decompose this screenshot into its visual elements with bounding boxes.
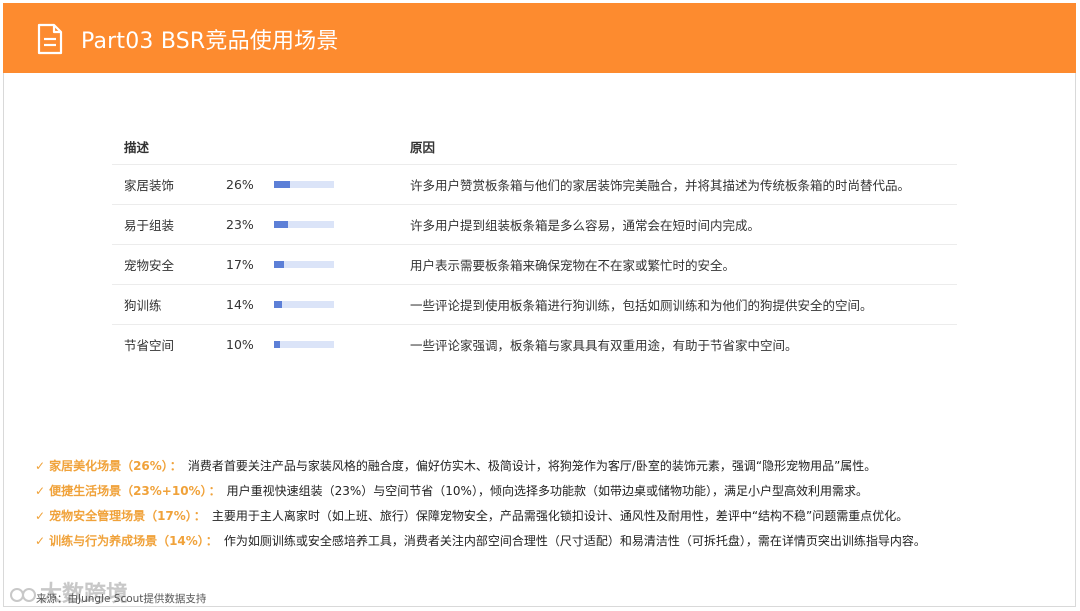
row-reason: 一些评论提到使用板条箱进行狗训练，包括如厕训练和为他们的狗提供安全的空间。: [398, 284, 957, 325]
row-reason: 用户表示需要板条箱来确保宠物在不在家或繁忙时的安全。: [398, 244, 957, 285]
insight-notes: ✓ 家居美化场景（26%）：消费者首要关注产品与家装风格的融合度，偏好仿实木、极简…: [35, 455, 1065, 555]
note-colon: ：: [169, 459, 182, 473]
row-label: 家居装饰: [112, 164, 214, 205]
progress-bar-fill: [274, 301, 283, 308]
progress-bar-track: [274, 181, 334, 188]
note-title: 宠物安全管理场景（17%）: [49, 509, 192, 523]
row-reason: 许多用户赞赏板条箱与他们的家居装饰完美融合，并将其描述为传统板条箱的时尚替代品。: [398, 164, 957, 205]
note-text: 作为如厕训练或安全感培养工具，消费者关注内部空间合理性（尺寸适配）和易清洁性（可…: [223, 534, 926, 548]
row-bar-cell: [262, 204, 398, 245]
note-colon: ：: [193, 509, 206, 523]
slide: Part03 BSR竞品使用场景 描述 原因 家居装饰 26% 许多用户赞赏板条箱与…: [0, 0, 1080, 611]
row-percent: 10%: [226, 337, 254, 352]
table-row: 节省空间 10% 一些评论家强调，板条箱与家具具有双重用途，有助于节省家中空间。: [112, 325, 957, 365]
insight-note: ✓ 宠物安全管理场景（17%）： 主要用于主人离家时（如上班、旅行）保障宠物安全，产…: [35, 505, 1065, 530]
progress-bar-fill: [274, 261, 285, 268]
table-row: 家居装饰 26% 许多用户赞赏板条箱与他们的家居装饰完美融合，并将其描述为传统板条箱…: [112, 164, 957, 205]
row-label: 狗训练: [112, 284, 214, 325]
usage-table: 描述 原因 家居装饰 26% 许多用户赞赏板条箱与他们的家居装饰完美融合，并将其描述…: [112, 128, 957, 364]
checkmark-icon: ✓: [35, 459, 46, 473]
column-header-reason: 原因: [398, 128, 957, 165]
note-text: 消费者首要关注产品与家装风格的融合度，偏好仿实木、极简设计，将狗笼作为客厅/卧室…: [187, 459, 877, 473]
insight-note: ✓ 家居美化场景（26%）： 消费者首要关注产品与家装风格的融合度，偏好仿实木、极简…: [35, 455, 1065, 480]
checkmark-icon: ✓: [35, 484, 46, 498]
note-text: 主要用于主人离家时（如上班、旅行）保障宠物安全，产品需强化锁扣设计、通风性及耐用…: [211, 509, 909, 523]
note-colon: ：: [205, 534, 218, 548]
progress-bar-track: [274, 341, 334, 348]
progress-bar-track: [274, 261, 334, 268]
note-title: 家居美化场景（26%）: [49, 459, 168, 473]
row-percent: 26%: [214, 164, 262, 205]
watermark-logo-icon: [10, 588, 36, 602]
column-header-description: 描述: [112, 128, 398, 165]
row-bar-cell: [262, 244, 398, 285]
document-icon: [37, 23, 63, 55]
note-title: 便捷生活场景（23%+10%）: [49, 484, 207, 498]
source-note: 来源：由Jungle Scout提供数据支持: [36, 593, 207, 605]
progress-bar-fill: [274, 181, 290, 188]
table-header-row: 描述 原因: [112, 128, 957, 165]
table-row: 易于组装 23% 许多用户提到组装板条箱是多么容易，通常会在短时间内完成。: [112, 204, 957, 245]
note-colon: ：: [208, 484, 221, 498]
row-reason: 一些评论家强调，板条箱与家具具有双重用途，有助于节省家中空间。: [410, 338, 798, 353]
row-percent: 23%: [214, 204, 262, 245]
header-bar: Part03 BSR竞品使用场景: [3, 3, 1076, 73]
row-label: 宠物安全: [112, 244, 214, 285]
checkmark-icon: ✓: [35, 509, 46, 523]
table-row: 宠物安全 17% 用户表示需要板条箱来确保宠物在不在家或繁忙时的安全。: [112, 244, 957, 285]
row-label: 易于组装: [112, 204, 214, 245]
progress-bar-track: [274, 221, 334, 228]
insight-note: ✓ 便捷生活场景（23%+10%）： 用户重视快速组装（23%）与空间节省（10%）…: [35, 480, 1065, 505]
row-bar-cell: [262, 164, 398, 205]
row-percent: 14%: [214, 284, 262, 325]
note-text: 用户重视快速组装（23%）与空间节省（10%），倾向选择多功能款（如带边桌或储物…: [226, 484, 868, 498]
checkmark-icon: ✓: [35, 534, 46, 548]
table-row: 狗训练 14% 一些评论提到使用板条箱进行狗训练，包括如厕训练和为他们的狗提供安全的…: [112, 284, 957, 325]
row-bar-cell: [262, 325, 398, 365]
progress-bar-track: [274, 301, 334, 308]
row-reason: 许多用户提到组装板条箱是多么容易，通常会在短时间内完成。: [398, 204, 957, 245]
row-percent: 17%: [214, 244, 262, 285]
row-label: 节省空间: [124, 338, 175, 353]
insight-note: ✓ 训练与行为养成场景（14%）： 作为如厕训练或安全感培养工具，消费者关注内部空间…: [35, 530, 1065, 555]
progress-bar-fill: [274, 341, 280, 348]
page-title: Part03 BSR竞品使用场景: [81, 29, 339, 54]
row-bar-cell: [262, 284, 398, 325]
note-title: 训练与行为养成场景（14%）: [49, 534, 204, 548]
progress-bar-fill: [274, 221, 288, 228]
